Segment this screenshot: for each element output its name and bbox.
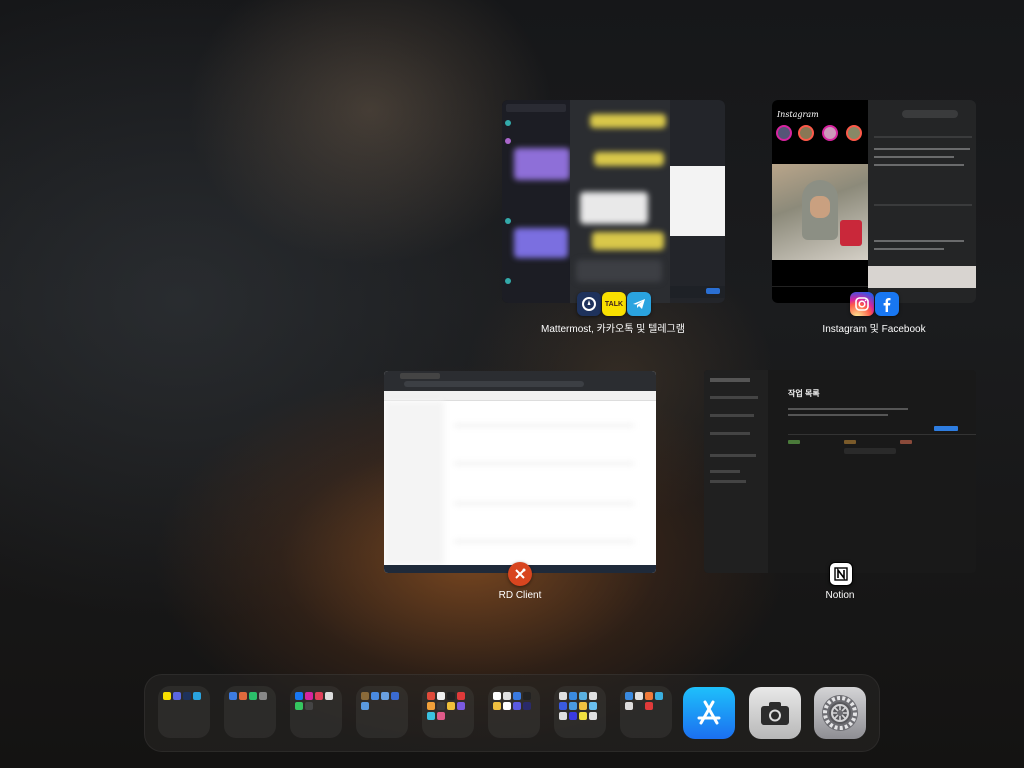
notion-sidebar (704, 370, 768, 573)
app-store-icon (697, 700, 721, 725)
dock-folder[interactable] (554, 686, 606, 738)
dock-folder[interactable] (620, 686, 672, 738)
rd-browser-chrome (384, 371, 656, 391)
camera-icon (761, 702, 789, 725)
settings-gear-icon (822, 695, 858, 731)
facebook-thumbnail (868, 100, 976, 303)
instagram-icon (850, 292, 874, 316)
dock-folder[interactable] (158, 686, 210, 738)
kakaotalk-thumbnail (570, 100, 670, 303)
notion-icon (829, 562, 853, 586)
app-card-rd-client[interactable] (384, 371, 656, 573)
telegram-icon (627, 292, 651, 316)
app-card-label: Mattermost, 카카오톡 및 텔레그램 (541, 324, 685, 335)
app-card-label: RD Client (498, 590, 542, 601)
kakaotalk-icon: TALK (602, 292, 626, 316)
screen-corner (0, 0, 10, 10)
dock-app-camera[interactable] (749, 687, 801, 739)
dock-app-settings[interactable] (814, 687, 866, 739)
app-card-notion[interactable]: 작업 목록 (704, 370, 976, 573)
screen-corner (0, 758, 10, 768)
instagram-logo-text: Instagram (777, 110, 819, 119)
notion-page-title: 작업 목록 (788, 389, 820, 398)
screen-corner (1014, 758, 1024, 768)
app-card-label: Instagram 및 Facebook (822, 324, 926, 335)
dock-app-app-store[interactable] (683, 687, 735, 739)
instagram-thumbnail: Instagram (772, 100, 868, 303)
dock-folder[interactable] (488, 686, 540, 738)
dock-folder[interactable] (290, 686, 342, 738)
dock-folder[interactable] (224, 686, 276, 738)
app-card-social-group[interactable]: Instagram (772, 100, 976, 303)
facebook-icon (875, 292, 899, 316)
app-card-chat-group[interactable] (502, 100, 725, 303)
mattermost-thumbnail (502, 100, 570, 303)
dock-folder[interactable] (356, 686, 408, 738)
screen-corner (1014, 0, 1024, 10)
app-card-label: Notion (825, 590, 855, 601)
telegram-thumbnail (670, 100, 725, 303)
rd-client-icon (508, 562, 532, 586)
kakaotalk-icon-text: TALK (604, 300, 624, 308)
dock-folder[interactable] (422, 686, 474, 738)
mattermost-icon (577, 292, 601, 316)
